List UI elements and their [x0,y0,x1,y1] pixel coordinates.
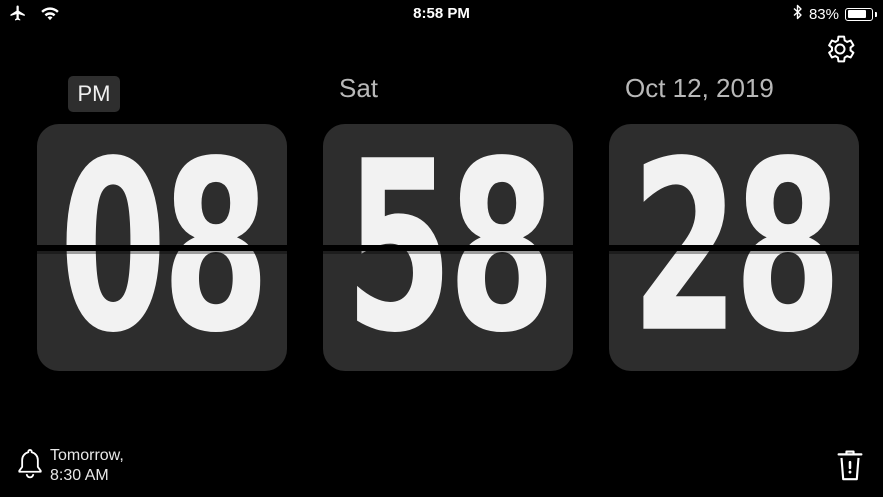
battery-nub [875,11,877,17]
status-bar-time: 8:58 PM [413,5,470,22]
battery-percent: 83% [808,5,839,23]
meridiem-badge: PM [68,76,120,112]
alarm-button[interactable]: Tomorrow, 8:30 AM [14,446,150,486]
battery-fill [847,10,866,18]
seconds-card: 28 [609,124,859,371]
card-split-shade [609,251,859,254]
delete-button[interactable] [833,446,867,484]
card-split-shade [37,251,287,254]
alarm-time: 8:30 AM [50,467,109,484]
settings-button[interactable] [823,32,857,66]
bell-icon [18,449,42,479]
bluetooth-icon [793,4,803,24]
status-bar: 8:58 PM 83% [0,0,883,28]
weekday-label: Sat [339,73,379,103]
hours-card: 08 [37,124,287,371]
battery-icon [845,7,877,21]
minutes-card: 58 [323,124,573,371]
date-label: Oct 12, 2019 [625,73,774,103]
gear-icon [828,35,855,63]
card-split-shade [323,251,573,254]
alarm-text: Tomorrow, 8:30 AM [50,446,150,486]
status-bar-right: 83% [793,4,877,24]
alarm-day: Tomorrow, [50,447,124,464]
trash-icon [837,450,863,481]
